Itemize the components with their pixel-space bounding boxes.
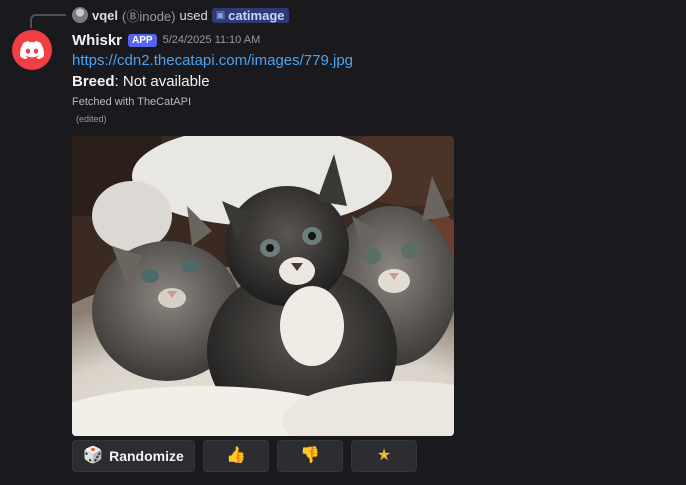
thumbs-up-icon: 👍: [226, 447, 246, 464]
favorite-button[interactable]: ★: [351, 440, 417, 472]
discord-logo-icon: [20, 41, 44, 59]
message-header: Whiskr APP 5/24/2025 11:10 AM: [72, 30, 672, 50]
reply-user-tag: (Ⓑinode): [122, 8, 176, 24]
dice-icon: 🎲: [83, 447, 104, 464]
randomize-button[interactable]: 🎲 Randomize: [72, 440, 195, 472]
message-content: Whiskr APP 5/24/2025 11:10 AM https://cd…: [72, 30, 672, 125]
dislike-button[interactable]: 👎: [277, 440, 343, 472]
reply-context[interactable]: vqel (Ⓑinode) used ▣ catimage: [72, 6, 289, 24]
cat-image[interactable]: [72, 136, 454, 436]
reply-used-text: used: [179, 7, 208, 23]
breed-line: Breed: Not available: [72, 73, 672, 90]
kittens-photo: [72, 136, 454, 436]
command-name: catimage: [228, 7, 285, 23]
author-name[interactable]: Whiskr: [72, 32, 122, 49]
message-timestamp[interactable]: 5/24/2025 11:10 AM: [163, 34, 261, 46]
command-chip[interactable]: ▣ catimage: [211, 7, 289, 23]
slash-command-icon: ▣: [215, 9, 226, 21]
reply-avatar[interactable]: [72, 7, 88, 23]
reply-username[interactable]: vqel: [92, 8, 118, 23]
action-buttons: 🎲 Randomize 👍 👎 ★: [72, 440, 417, 472]
breed-label: Breed: [72, 73, 115, 90]
reply-connector: [30, 14, 66, 28]
randomize-label: Randomize: [109, 448, 184, 464]
thumbs-down-icon: 👎: [300, 447, 320, 464]
bot-avatar[interactable]: [12, 30, 52, 70]
like-button[interactable]: 👍: [203, 440, 269, 472]
image-link[interactable]: https://cdn2.thecatapi.com/images/779.jp…: [72, 52, 672, 69]
embed-footer: Fetched with TheCatAPI: [72, 96, 192, 108]
app-badge: APP: [128, 33, 157, 47]
breed-value: : Not available: [114, 73, 210, 90]
star-icon: ★: [376, 447, 392, 464]
edited-marker[interactable]: (edited): [76, 114, 672, 124]
